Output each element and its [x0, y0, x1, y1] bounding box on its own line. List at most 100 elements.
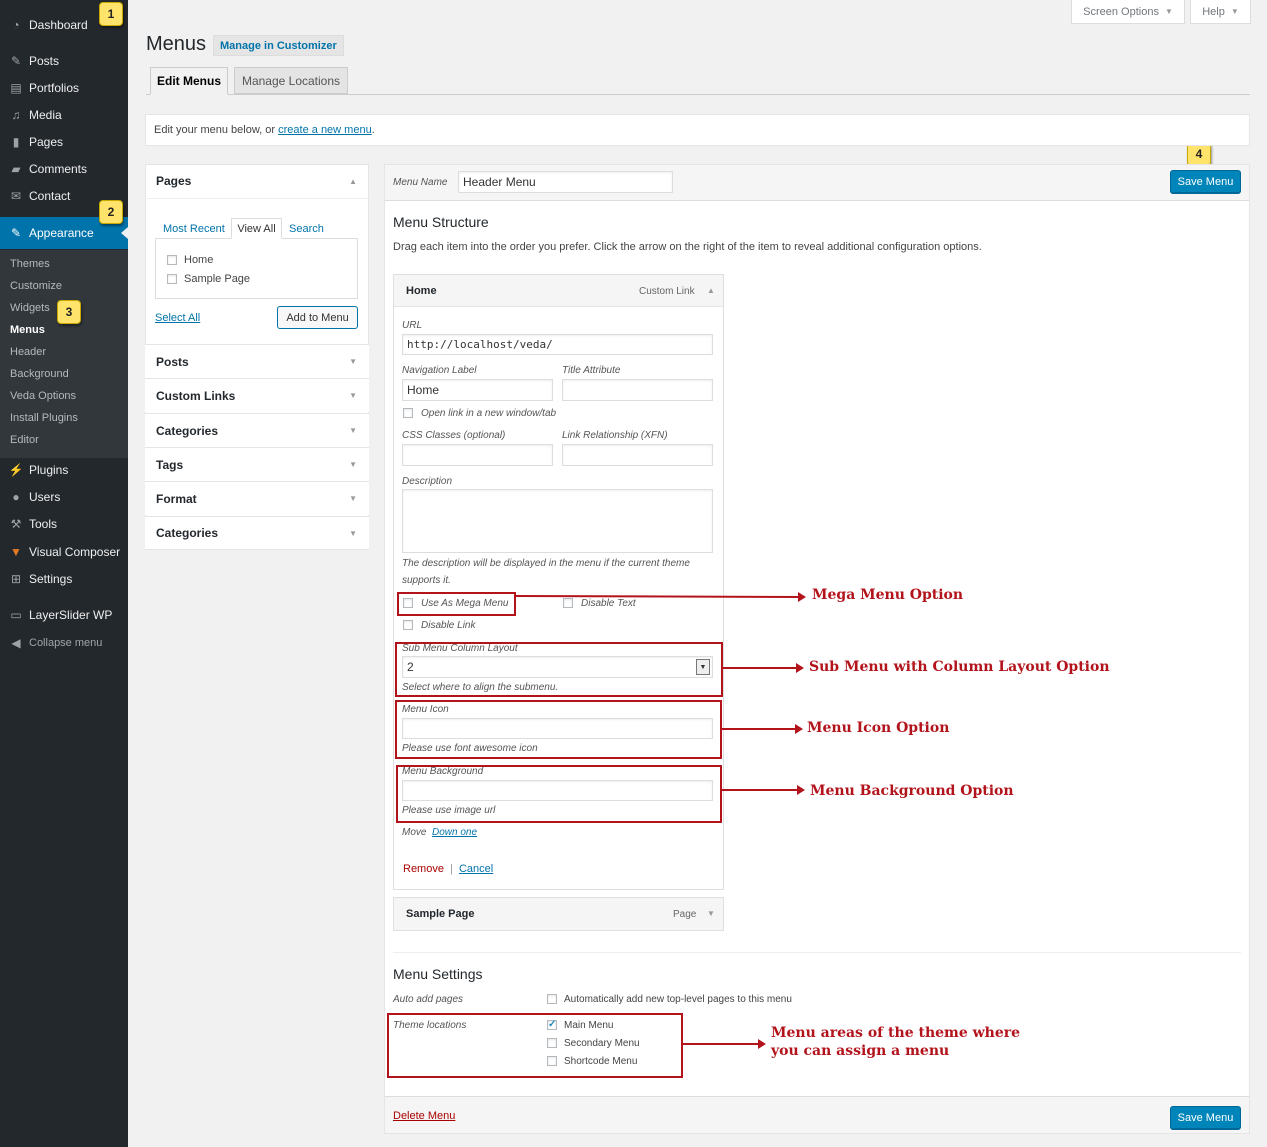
navigation-label-input[interactable]: Home [402, 379, 553, 401]
menu-structure-description: Drag each item into the order you prefer… [393, 241, 982, 253]
disable-text-checkbox[interactable] [563, 598, 573, 608]
accordion-custom-links[interactable]: Custom Links ▼ [145, 378, 369, 412]
sub-menu-arrow [723, 663, 804, 673]
comments-icon: ▰ [11, 162, 21, 176]
pin-icon: ✎ [10, 54, 22, 68]
theme-locations-arrow [683, 1039, 766, 1049]
xfn-input[interactable] [562, 444, 713, 466]
css-classes-label: CSS Classes (optional) [402, 430, 506, 441]
sidebar-item-layerslider[interactable]: ▭ LayerSlider WP [0, 603, 128, 627]
tab-edit-menus[interactable]: Edit Menus [150, 67, 228, 95]
select-all-link[interactable]: Select All [155, 312, 200, 324]
menu-footer-bar [385, 1096, 1249, 1133]
sidebar-item-tools[interactable]: ⚒ Tools [0, 512, 128, 536]
page-label-sample-page: Sample Page [184, 273, 251, 285]
tab-view-all[interactable]: View All [231, 218, 282, 239]
description-textarea[interactable] [402, 489, 713, 553]
dashboard-icon: ◔ [12, 18, 20, 32]
menu-item-type: Page [673, 909, 697, 920]
remove-link[interactable]: Remove [403, 863, 444, 875]
submenu-widgets[interactable]: Widgets [10, 302, 50, 314]
sidebar-item-settings[interactable]: ⊞ Settings [0, 567, 128, 591]
submenu-veda-options[interactable]: Veda Options [10, 390, 76, 402]
caret-up-icon[interactable]: ▲ [707, 286, 715, 295]
submenu-install-plugins[interactable]: Install Plugins [10, 412, 78, 424]
sidebar-item-visual-composer[interactable]: ▼ Visual Composer [0, 540, 128, 564]
title-attribute-label: Title Attribute [562, 365, 621, 376]
create-new-menu-link[interactable]: create a new menu [278, 124, 372, 136]
auto-add-text: Automatically add new top-level pages to… [564, 994, 792, 1005]
menu-item-title: Sample Page [406, 908, 475, 920]
sub-menu-annotation: Sub Menu with Column Layout Option [809, 659, 1110, 675]
css-classes-input[interactable] [402, 444, 553, 466]
menu-item-type: Custom Link [639, 286, 695, 297]
accordion-posts[interactable]: Posts ▼ [145, 344, 369, 378]
url-label: URL [402, 320, 423, 331]
submenu-customize[interactable]: Customize [10, 280, 62, 292]
submenu-header[interactable]: Header [10, 346, 46, 358]
collapse-menu[interactable]: ◀ Collapse menu [0, 631, 128, 655]
media-icon: ♫ [11, 108, 21, 122]
delete-menu-link[interactable]: Delete Menu [393, 1110, 455, 1122]
submenu-editor[interactable]: Editor [10, 434, 39, 446]
auto-add-checkbox[interactable] [547, 994, 557, 1004]
url-input[interactable]: http://localhost/veda/ [402, 334, 713, 355]
menu-item-title: Home [406, 285, 437, 297]
mega-menu-highlight [397, 592, 516, 616]
sidebar-item-posts[interactable]: ✎ Posts [0, 49, 128, 73]
submenu-themes[interactable]: Themes [10, 258, 50, 270]
tab-most-recent[interactable]: Most Recent [163, 223, 225, 235]
save-menu-button-top[interactable]: Save Menu [1170, 170, 1241, 193]
appearance-submenu: Themes Customize Widgets Menus Header Ba… [0, 250, 128, 458]
step-badge-1: 1 [99, 2, 123, 26]
auto-add-label: Auto add pages [393, 994, 464, 1005]
tab-search[interactable]: Search [289, 223, 324, 235]
sidebar-item-pages[interactable]: ▮ Pages [0, 130, 128, 154]
open-new-window-label: Open link in a new window/tab [421, 408, 557, 419]
menu-name-input[interactable]: Header Menu [458, 171, 673, 193]
menu-background-annotation: Menu Background Option [810, 783, 1014, 799]
sub-menu-highlight [395, 642, 723, 697]
disable-link-checkbox[interactable] [403, 620, 413, 630]
open-new-window-checkbox[interactable] [403, 408, 413, 418]
caret-down-icon: ▼ [349, 528, 357, 538]
brush-icon: ✎ [10, 226, 22, 240]
move-down-one-link[interactable]: Down one [432, 827, 477, 838]
cancel-link[interactable]: Cancel [459, 863, 493, 875]
add-to-menu-button[interactable]: Add to Menu [277, 306, 358, 329]
accordion-tags[interactable]: Tags ▼ [145, 447, 369, 481]
settings-icon: ⊞ [10, 572, 22, 586]
screen-options-button[interactable]: Screen Options ▼ [1071, 0, 1185, 24]
admin-sidebar: ◔ Dashboard ✎ Posts ▤ Portfolios ♫ Media ▮ Pa… [0, 0, 128, 1147]
caret-down-icon[interactable]: ▼ [707, 909, 715, 918]
accordion-format[interactable]: Format ▼ [145, 481, 369, 515]
caret-down-icon: ▼ [1164, 7, 1173, 16]
portfolio-icon: ▤ [10, 81, 22, 95]
caret-down-icon: ▼ [349, 391, 357, 400]
manage-customizer-link[interactable]: Manage in Customizer [213, 35, 344, 56]
item-actions: Remove | Cancel [403, 863, 494, 875]
save-menu-button-bottom[interactable]: Save Menu [1170, 1106, 1241, 1129]
divider [393, 952, 1241, 953]
caret-down-icon: ▼ [349, 426, 357, 435]
sidebar-item-plugins[interactable]: ⚡ Plugins [0, 458, 128, 482]
title-attribute-input[interactable] [562, 379, 713, 401]
sidebar-item-media[interactable]: ♫ Media [0, 103, 128, 127]
caret-up-icon: ▲ [349, 176, 357, 186]
pages-list [155, 238, 358, 299]
page-checkbox-sample-page[interactable] [167, 274, 177, 284]
sidebar-item-comments[interactable]: ▰ Comments [0, 157, 128, 181]
pages-accordion-header[interactable]: Pages ▲ [145, 164, 369, 199]
submenu-menus[interactable]: Menus [10, 324, 45, 336]
accordion-categories-2[interactable]: Categories ▼ [145, 516, 369, 549]
sidebar-item-users[interactable]: ● Users [0, 485, 128, 509]
page-checkbox-home[interactable] [167, 255, 177, 265]
accordion-categories[interactable]: Categories ▼ [145, 413, 369, 447]
sidebar-item-portfolios[interactable]: ▤ Portfolios [0, 76, 128, 100]
move-label: Move Down one [402, 827, 478, 838]
help-button[interactable]: Help ▼ [1190, 0, 1251, 24]
caret-down-icon: ▼ [349, 494, 357, 503]
submenu-background[interactable]: Background [10, 368, 69, 380]
tab-manage-locations[interactable]: Manage Locations [234, 67, 348, 94]
menu-icon-highlight [395, 700, 722, 759]
